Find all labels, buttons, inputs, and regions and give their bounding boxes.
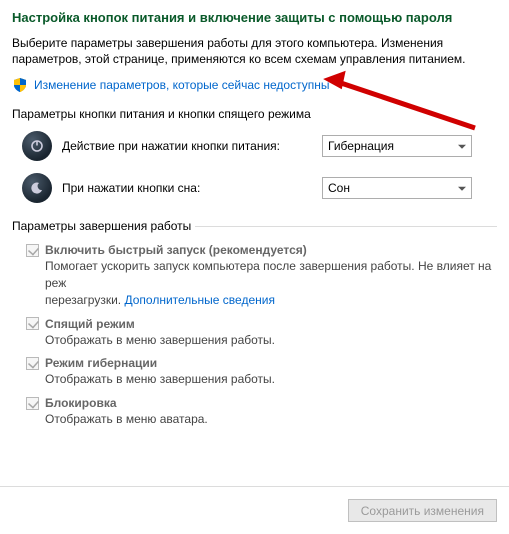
power-button-value: Гибернация (328, 139, 394, 153)
lock-label: Блокировка (45, 396, 117, 410)
hibernate-checkbox (26, 357, 39, 370)
more-info-link[interactable]: Дополнительные сведения (124, 293, 274, 307)
fast-startup-checkbox (26, 244, 39, 257)
power-button-label: Действие при нажатии кнопки питания: (62, 139, 312, 153)
hibernate-desc: Отображать в меню завершения работы. (45, 371, 497, 388)
sleep-desc: Отображать в меню завершения работы. (45, 332, 497, 349)
buttons-section-label: Параметры кнопки питания и кнопки спящег… (12, 107, 497, 121)
page-title: Настройка кнопок питания и включение защ… (12, 10, 497, 27)
hibernate-label: Режим гибернации (45, 356, 157, 370)
sleep-button-label: При нажатии кнопки сна: (62, 181, 312, 195)
change-settings-link[interactable]: Изменение параметров, которые сейчас нед… (34, 78, 330, 92)
sleep-button-select[interactable]: Сон (322, 177, 472, 199)
lock-desc: Отображать в меню аватара. (45, 411, 497, 428)
power-icon (22, 131, 52, 161)
page-description: Выберите параметры завершения работы для… (12, 35, 497, 67)
lock-checkbox (26, 397, 39, 410)
sleep-icon (22, 173, 52, 203)
shutdown-section-label: Параметры завершения работы (0, 219, 497, 233)
power-button-select[interactable]: Гибернация (322, 135, 472, 157)
fast-startup-label: Включить быстрый запуск (рекомендуется) (45, 243, 307, 257)
sleep-label: Спящий режим (45, 317, 135, 331)
shield-icon (12, 77, 28, 93)
fast-startup-desc: Помогает ускорить запуск компьютера посл… (45, 258, 497, 308)
save-button: Сохранить изменения (348, 499, 497, 522)
sleep-button-value: Сон (328, 181, 350, 195)
sleep-checkbox (26, 317, 39, 330)
